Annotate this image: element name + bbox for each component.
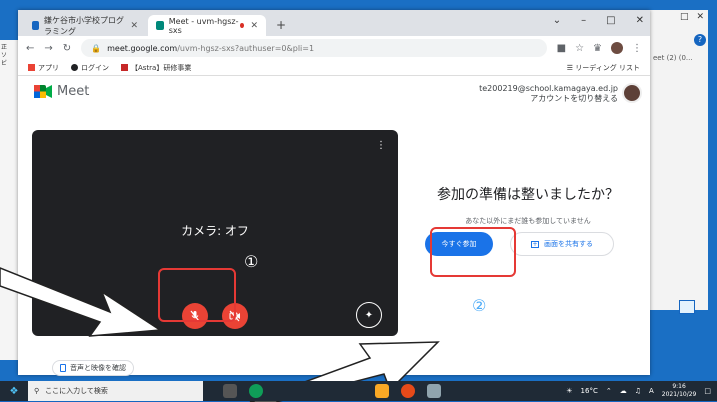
taskbar: ❖ ⚲ ここに入力して検索 ☀ 16°C ⌃ ☁ ♫ A 9:16 2021/1… [0,381,717,401]
participants-status: あなた以外にまだ誰も参加していません [465,217,591,225]
bg-close-icon[interactable]: ✕ [696,12,704,22]
camera-off-label: カメラ: オフ [181,224,249,238]
meet-logo-text: Meet [57,84,90,99]
bookmark-astra[interactable]: 【Astra】研修事業 [121,63,191,73]
clock-time: 9:16 [672,383,686,390]
camera-indicator-icon[interactable]: ■ [557,43,566,54]
tray-up-chevron-icon[interactable]: ⌃ [606,387,612,395]
help-icon[interactable]: ? [694,34,706,46]
meet-camera-icon [34,85,52,98]
star-icon[interactable]: ☆ [575,43,584,54]
bookmark-login[interactable]: ログイン [71,63,109,73]
switch-account-link[interactable]: アカウントを切り替える [479,94,618,104]
github-icon [71,64,78,71]
share-screen-button[interactable]: + 画面を共有する [510,232,614,256]
new-tab-button[interactable]: + [276,18,286,32]
astra-icon [121,64,128,71]
maximize-button[interactable]: □ [606,15,615,26]
ready-heading: 参加の準備は整いましたか？ [437,187,619,203]
share-screen-label: 画面を共有する [544,240,593,248]
taskbar-apps [223,384,441,398]
background-window-right[interactable]: □ ✕ ? eet (2) (0... [648,10,708,314]
tab-label: 鎌ケ谷市小学校プログラミング [43,15,124,36]
url-input[interactable]: 🔒 meet.google.com /uvm-hgsz-sxs?authuser… [81,39,547,57]
extensions-icon[interactable]: ♛ [593,43,602,54]
menu-kebab-icon[interactable]: ⋮ [632,43,642,54]
view-grid-icon[interactable] [679,300,695,314]
check-audio-video-button[interactable]: 音声と映像を確認 [52,360,134,376]
notification-icon[interactable]: □ [704,387,711,395]
phone-icon [60,364,66,372]
check-audio-video-label: 音声と映像を確認 [70,364,126,372]
network-icon[interactable]: ☁ [620,387,627,395]
reload-icon[interactable]: ↻ [63,43,71,54]
window-controls: ⌄ – □ ✕ [553,15,644,26]
app-icon[interactable] [427,384,441,398]
user-avatar[interactable] [622,83,642,103]
search-icon: ⚲ [34,387,40,395]
file-explorer-icon[interactable] [375,384,389,398]
chrome-icon[interactable] [401,384,415,398]
bookmark-label: ログイン [81,63,109,72]
account-info[interactable]: te200219@school.kamagaya.ed.jp アカウントを切り替… [479,84,618,104]
url-host: meet.google.com [107,43,178,53]
ime-indicator[interactable]: A [649,387,654,395]
visual-effects-button[interactable]: ✦ [356,302,382,328]
pointer-arrow-left [0,267,163,337]
profile-avatar[interactable] [611,42,623,54]
edge-icon[interactable] [249,384,263,398]
sparkle-icon: ✦ [364,309,374,321]
bg-minimize-icon[interactable]: □ [680,12,689,22]
recording-dot-icon [240,23,245,28]
bookmarks-bar: アプリ ログイン 【Astra】研修事業 ☰ リーディング リスト [18,60,650,76]
windows-start-button[interactable]: ❖ [0,381,28,401]
tab-close-icon[interactable]: ✕ [130,21,138,31]
address-bar-row: ← → ↻ 🔒 meet.google.com /uvm-hgsz-sxs?au… [18,36,650,60]
close-button[interactable]: ✕ [636,15,644,26]
bookmark-apps[interactable]: アプリ [28,63,59,73]
minimize-button[interactable]: – [581,15,586,26]
taskbar-search-input[interactable]: ⚲ ここに入力して検索 [28,381,203,401]
bookmark-label: 【Astra】研修事業 [131,63,192,72]
account-email: te200219@school.kamagaya.ed.jp [479,84,618,93]
tab-label: Meet - uvm-hgsz-sxs [168,16,239,35]
meet-favicon-icon [156,21,164,30]
background-window-right-text: eet (2) (0... [653,54,693,62]
bookmark-label: アプリ [38,63,59,72]
toolbar-right: ■ ☆ ♛ ⋮ [557,42,642,54]
tab-programming[interactable]: 鎌ケ谷市小学校プログラミング ✕ [24,15,146,36]
volume-icon[interactable]: ♫ [635,387,641,395]
tab-close-icon[interactable]: ✕ [250,21,258,31]
background-window-left-text: 正 ソ ビ [1,44,14,67]
weather-icon[interactable]: ☀ [566,387,572,395]
school-favicon-icon [32,21,39,30]
tab-bar: 鎌ケ谷市小学校プログラミング ✕ Meet - uvm-hgsz-sxs ✕ +… [18,10,650,36]
task-view-icon[interactable] [223,384,237,398]
forward-arrow-icon[interactable]: → [44,43,52,54]
meet-logo[interactable]: Meet [34,84,89,99]
chevron-down-icon[interactable]: ⌄ [553,15,561,26]
clock[interactable]: 9:16 2021/10/29 [662,383,697,399]
back-arrow-icon[interactable]: ← [26,43,34,54]
reading-list[interactable]: ☰ リーディング リスト [567,63,640,73]
lock-icon: 🔒 [91,43,102,53]
more-options-icon[interactable]: ⋮ [376,140,386,151]
step-marker-2: ② [472,296,487,315]
highlight-box-join [430,227,516,277]
clock-date: 2021/10/29 [661,391,697,398]
step-marker-1: ① [244,252,259,271]
taskbar-search-placeholder: ここに入力して検索 [45,387,108,395]
url-path: /uvm-hgsz-sxs?authuser=0&pli=1 [177,43,315,53]
apps-grid-icon [28,64,35,71]
reading-list-label: リーディング リスト [575,64,640,72]
tab-meet[interactable]: Meet - uvm-hgsz-sxs ✕ [148,15,266,36]
join-panel: 参加の準備は整いましたか？ あなた以外にまだ誰も参加していません [408,184,648,226]
system-tray: ☀ 16°C ⌃ ☁ ♫ A 9:16 2021/10/29 □ [566,383,717,399]
share-screen-icon: + [531,240,539,248]
temperature[interactable]: 16°C [581,387,598,395]
